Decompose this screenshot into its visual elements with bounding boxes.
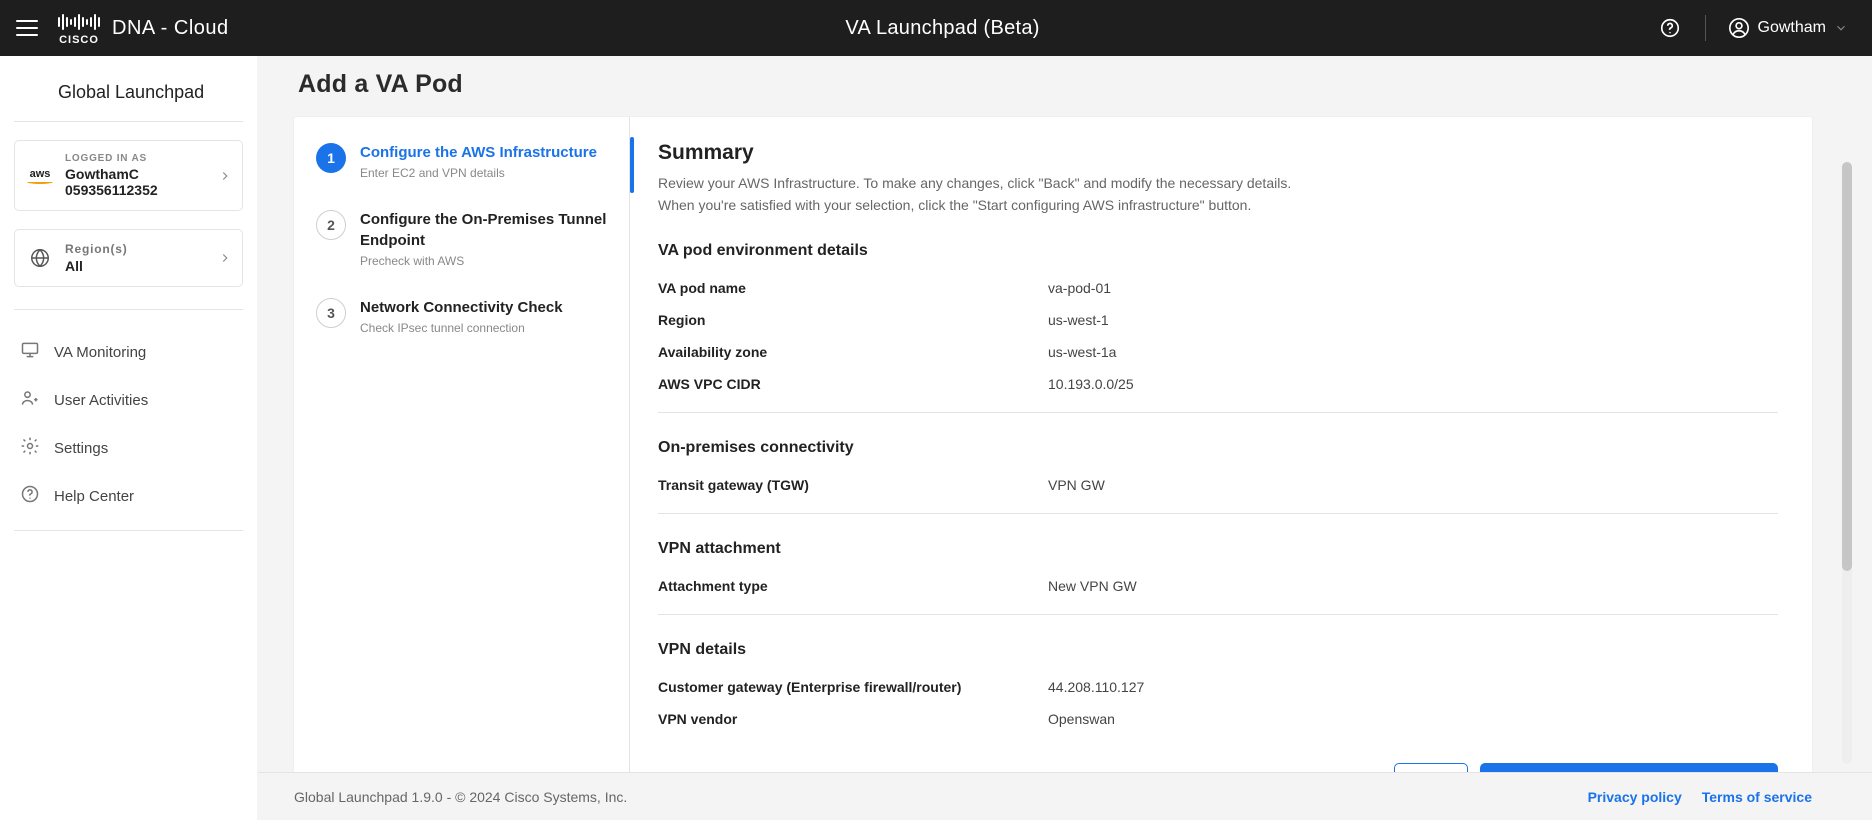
users-icon — [20, 388, 40, 412]
menu-icon[interactable] — [16, 17, 38, 39]
sidebar-item-label: Settings — [54, 440, 108, 457]
footer-copyright: Global Launchpad 1.9.0 - © 2024 Cisco Sy… — [294, 789, 627, 805]
step-title: Configure the On-Premises Tunnel Endpoin… — [360, 210, 607, 251]
wizard-steps: 1 Configure the AWS Infrastructure Enter… — [294, 117, 630, 820]
step-number: 1 — [316, 143, 346, 173]
step-title: Configure the AWS Infrastructure — [360, 143, 597, 163]
sidebar-item-label: Help Center — [54, 488, 134, 505]
summary-key: AWS VPC CIDR — [658, 376, 1048, 392]
privacy-link[interactable]: Privacy policy — [1588, 789, 1682, 805]
summary-value: 10.193.0.0/25 — [1048, 376, 1134, 392]
summary-row: Transit gateway (TGW)VPN GW — [658, 469, 1778, 501]
sidebar-item-label: User Activities — [54, 392, 148, 409]
account-card[interactable]: aws LOGGED IN AS GowthamC 059356112352 — [14, 140, 243, 211]
footer: Global Launchpad 1.9.0 - © 2024 Cisco Sy… — [258, 772, 1872, 820]
summary-value: va-pod-01 — [1048, 280, 1111, 296]
summary-row: VPN vendorOpenswan — [658, 703, 1778, 735]
user-name: Gowtham — [1758, 19, 1826, 37]
globe-icon — [25, 247, 55, 269]
sidebar-item-va-monitoring[interactable]: VA Monitoring — [14, 328, 243, 376]
summary-value: VPN GW — [1048, 477, 1105, 493]
user-menu[interactable]: Gowtham — [1728, 17, 1848, 39]
step-subtitle: Precheck with AWS — [360, 254, 607, 268]
summary-row: Regionus-west-1 — [658, 304, 1778, 336]
region-value: All — [65, 258, 208, 274]
section-title: VPN details — [658, 641, 1778, 659]
product-name: DNA - Cloud — [112, 17, 229, 40]
summary-value: us-west-1a — [1048, 344, 1116, 360]
page-title: Add a VA Pod — [298, 70, 1812, 99]
sidebar-menu: VA Monitoring User Activities Settings Help… — [14, 309, 243, 520]
terms-link[interactable]: Terms of service — [1702, 789, 1812, 805]
summary-key: VPN vendor — [658, 711, 1048, 727]
summary-row: Customer gateway (Enterprise firewall/ro… — [658, 671, 1778, 703]
sidebar: Global Launchpad aws LOGGED IN AS Gowtha… — [0, 56, 258, 820]
summary-value: us-west-1 — [1048, 312, 1109, 328]
summary-key: Availability zone — [658, 344, 1048, 360]
sidebar-item-label: VA Monitoring — [54, 344, 146, 361]
main-content: Add a VA Pod 1 Configure the AWS Infrast… — [258, 56, 1872, 820]
wizard-step-2[interactable]: 2 Configure the On-Premises Tunnel Endpo… — [316, 210, 607, 268]
summary-key: Transit gateway (TGW) — [658, 477, 1048, 493]
summary-row: VA pod nameva-pod-01 — [658, 272, 1778, 304]
summary-key: Customer gateway (Enterprise firewall/ro… — [658, 679, 1048, 695]
vertical-divider — [1705, 15, 1706, 41]
cisco-bars-icon — [58, 11, 100, 33]
wizard-panel: 1 Configure the AWS Infrastructure Enter… — [294, 117, 1812, 820]
section-title: VPN attachment — [658, 540, 1778, 558]
section-title: On-premises connectivity — [658, 439, 1778, 457]
help-icon[interactable] — [1657, 15, 1683, 41]
account-label: LOGGED IN AS — [65, 153, 208, 164]
chevron-down-icon — [1834, 21, 1848, 35]
step-title: Network Connectivity Check — [360, 298, 563, 318]
help-icon — [20, 484, 40, 508]
section-title: VA pod environment details — [658, 242, 1778, 260]
wizard-step-1[interactable]: 1 Configure the AWS Infrastructure Enter… — [316, 143, 607, 180]
top-bar: CISCO DNA - Cloud VA Launchpad (Beta) Go… — [0, 0, 1872, 56]
summary-description: Review your AWS Infrastructure. To make … — [658, 173, 1298, 216]
step-subtitle: Check IPsec tunnel connection — [360, 321, 563, 335]
account-name: GowthamC — [65, 166, 208, 182]
gear-icon — [20, 436, 40, 460]
avatar-icon — [1728, 17, 1750, 39]
summary-key: Attachment type — [658, 578, 1048, 594]
account-id: 059356112352 — [65, 182, 208, 198]
step-number: 3 — [316, 298, 346, 328]
summary-key: VA pod name — [658, 280, 1048, 296]
app-title: VA Launchpad (Beta) — [249, 17, 1637, 40]
summary-key: Region — [658, 312, 1048, 328]
summary-value: 44.208.110.127 — [1048, 679, 1144, 695]
region-card[interactable]: Region(s) All — [14, 229, 243, 287]
sidebar-item-user-activities[interactable]: User Activities — [14, 376, 243, 424]
summary-pane: Summary Review your AWS Infrastructure. … — [630, 117, 1812, 820]
summary-value: New VPN GW — [1048, 578, 1137, 594]
sidebar-item-help-center[interactable]: Help Center — [14, 472, 243, 520]
summary-value: Openswan — [1048, 711, 1115, 727]
summary-row: Availability zoneus-west-1a — [658, 336, 1778, 368]
step-subtitle: Enter EC2 and VPN details — [360, 166, 597, 180]
sidebar-item-settings[interactable]: Settings — [14, 424, 243, 472]
chevron-right-icon — [218, 169, 232, 183]
region-label: Region(s) — [65, 242, 208, 256]
step-number: 2 — [316, 210, 346, 240]
aws-icon: aws — [25, 168, 55, 184]
wizard-step-3[interactable]: 3 Network Connectivity Check Check IPsec… — [316, 298, 607, 335]
summary-row: AWS VPC CIDR10.193.0.0/25 — [658, 368, 1778, 400]
scrollbar[interactable] — [1842, 162, 1852, 764]
brand-logo: CISCO DNA - Cloud — [58, 11, 229, 46]
summary-row: Attachment typeNew VPN GW — [658, 570, 1778, 602]
monitor-icon — [20, 340, 40, 364]
cisco-word: CISCO — [59, 35, 99, 46]
chevron-right-icon — [218, 251, 232, 265]
summary-heading: Summary — [658, 141, 1778, 165]
sidebar-title: Global Launchpad — [14, 82, 243, 103]
